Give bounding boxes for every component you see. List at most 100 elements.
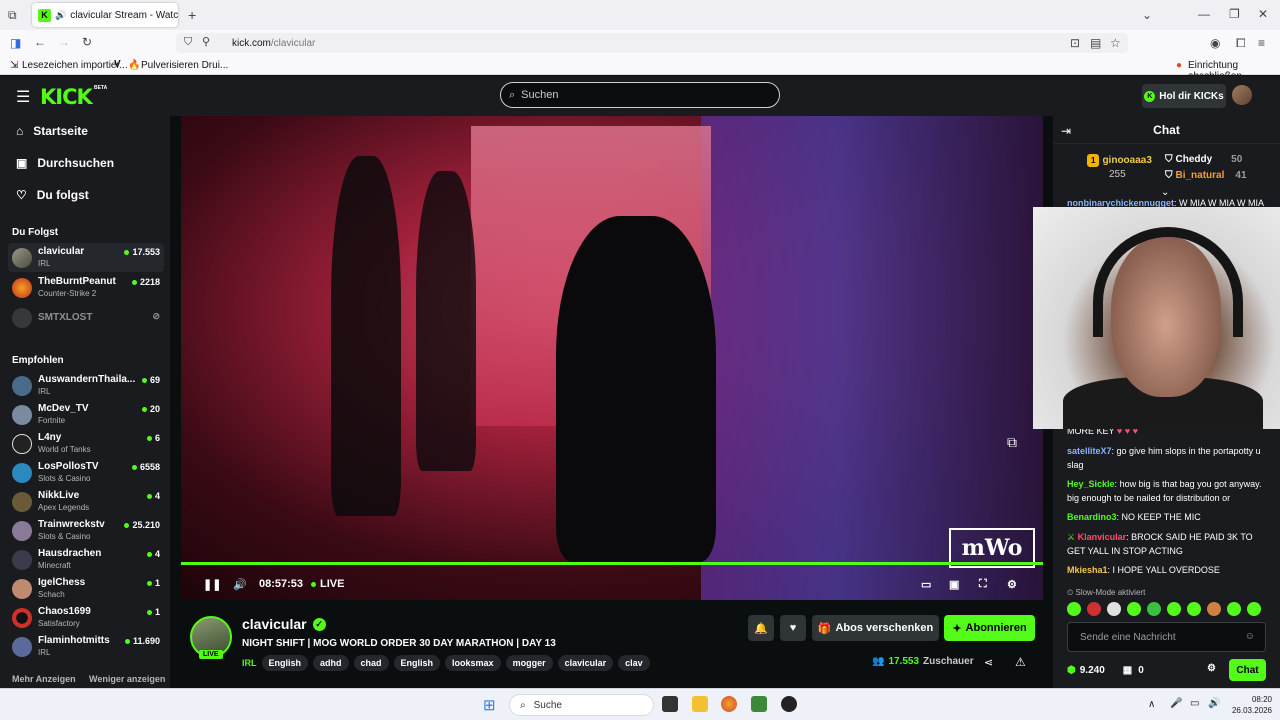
file-explorer-icon[interactable] — [692, 696, 708, 712]
tag[interactable]: clav — [618, 655, 650, 671]
leaderboard-first[interactable]: 1 ginooaaa3 — [1087, 154, 1152, 167]
screenshot-icon[interactable]: ⊡ — [1070, 37, 1080, 49]
sidebar-channel-smtxlost[interactable]: SMTXLOST ⊘ — [8, 303, 164, 332]
chevron-down-icon[interactable]: ⌄ — [1142, 9, 1152, 21]
emote-icon[interactable] — [1247, 602, 1261, 616]
shield-icon[interactable]: ⛉ — [184, 37, 192, 48]
tab-list-icon[interactable]: ⧉ — [8, 9, 17, 21]
maximize-icon[interactable]: ❐ — [1229, 8, 1240, 20]
sidebar-channel-recommended[interactable]: Hausdrachen Minecraft 4 — [8, 545, 164, 574]
chat-settings-icon[interactable]: ⚙ — [1207, 663, 1216, 674]
app-icon[interactable] — [751, 696, 767, 712]
gift-subs-button[interactable]: 🎁 Abos verschenken — [812, 615, 939, 641]
show-less-button[interactable]: Weniger anzeigen — [89, 674, 165, 684]
extensions-icon[interactable]: ⧠ — [1236, 37, 1246, 49]
bookmark-pulverisieren[interactable]: Pulverisieren Drui... — [141, 60, 228, 71]
emote-icon[interactable] — [1067, 602, 1081, 616]
sidebar-channel-recommended[interactable]: Chaos1699 Satisfactory 1 — [8, 603, 164, 632]
channel-title[interactable]: clavicular ✓ — [242, 616, 326, 632]
sidebar-channel-recommended[interactable]: L4ny World of Tanks 6 — [8, 429, 164, 458]
firefox-icon[interactable] — [721, 696, 737, 712]
account-icon[interactable]: ◉ — [1210, 37, 1220, 49]
permissions-icon[interactable]: ⚲ — [202, 37, 210, 48]
pause-icon[interactable]: ❚❚ — [203, 578, 221, 591]
volume-icon[interactable]: 🔊 — [233, 578, 247, 591]
notification-bell-button[interactable]: 🔔 — [748, 615, 774, 641]
forward-icon[interactable]: → — [58, 36, 70, 48]
report-icon[interactable]: ⚠ — [1015, 655, 1026, 669]
sidebar-channel-recommended[interactable]: LosPollosTV Slots & Casino 6558 — [8, 458, 164, 487]
sidebar-toggle-icon[interactable]: ◨ — [10, 37, 21, 49]
chat-message-input[interactable]: Sende eine Nachricht ☺ — [1067, 622, 1266, 652]
windows-start-icon[interactable]: ⊞ — [483, 696, 496, 714]
progress-bar[interactable] — [181, 562, 1043, 565]
network-icon[interactable]: ▭ — [1190, 698, 1199, 709]
emote-icon[interactable] — [1227, 602, 1241, 616]
tag[interactable]: mogger — [505, 655, 553, 671]
new-tab-icon[interactable]: + — [188, 8, 196, 22]
reload-icon[interactable]: ↻ — [82, 36, 92, 48]
tag[interactable]: adhd — [313, 655, 349, 671]
emoji-icon[interactable]: ☺ — [1245, 631, 1255, 642]
tag[interactable]: English — [261, 655, 309, 671]
microphone-icon[interactable]: 🎤 — [1170, 698, 1182, 709]
sidebar-channel-recommended[interactable]: IgelChess Schach 1 — [8, 574, 164, 603]
theater-mode-icon[interactable]: ▣ — [949, 578, 959, 591]
leaderboard-entry[interactable]: ⛉ Bi_natural 41 — [1165, 170, 1247, 181]
emote-icon[interactable] — [1147, 602, 1161, 616]
sidebar-channel-clavicular[interactable]: clavicular IRL 17.553 — [8, 243, 164, 272]
tray-chevron-icon[interactable]: ∧ — [1148, 699, 1155, 710]
category-link[interactable]: IRL — [242, 658, 257, 668]
points-value[interactable]: 9.240 — [1080, 665, 1105, 676]
tag[interactable]: looksmax — [445, 655, 501, 671]
fullscreen-icon[interactable]: ⛶ — [979, 578, 987, 591]
chat-username[interactable]: Mkiesha1 — [1067, 565, 1108, 575]
browser-tab-active[interactable]: K 🔊 clavicular Stream - Watch L ✕ — [32, 3, 178, 27]
leaderboard-entry[interactable]: ⛉ Cheddy 50 — [1165, 154, 1242, 165]
get-kicks-button[interactable]: K Hol dir KICKs — [1142, 84, 1226, 108]
emote-icon[interactable] — [1127, 602, 1141, 616]
kick-logo[interactable]: KICK — [40, 85, 93, 109]
back-icon[interactable]: ← — [34, 36, 46, 48]
sidebar-channel-recommended[interactable]: AuswandernThaila... IRL 69 — [8, 371, 164, 400]
chat-username[interactable]: satelliteX7 — [1067, 446, 1112, 456]
chat-username[interactable]: Benardino3 — [1067, 512, 1117, 522]
emote-icon[interactable] — [1087, 602, 1101, 616]
settings-gear-icon[interactable]: ⚙ — [1007, 578, 1017, 591]
user-avatar[interactable] — [1232, 85, 1252, 105]
follow-heart-button[interactable]: ♥ — [780, 615, 806, 641]
gift-count[interactable]: 0 — [1138, 665, 1144, 676]
tag[interactable]: clavicular — [557, 655, 614, 671]
taskbar-search[interactable]: ⌕ Suche — [509, 694, 654, 716]
menu-icon[interactable]: ≡ — [1258, 37, 1265, 49]
video-player[interactable]: mWo ⧉ ❚❚ 🔊 08:57:53 LIVE ▭ ▣ ⛶ ⚙ — [181, 116, 1043, 600]
emote-icon[interactable] — [1167, 602, 1181, 616]
share-icon[interactable]: ⋖ — [984, 656, 993, 669]
nav-following[interactable]: ♡ Du folgst — [16, 188, 89, 202]
sidebar-channel-recommended[interactable]: McDev_TV Fortnite 20 — [8, 400, 164, 429]
search-input[interactable]: ⌕ Suchen — [500, 82, 780, 108]
emote-icon[interactable] — [1207, 602, 1221, 616]
cast-icon[interactable]: ▭ — [921, 578, 931, 591]
reader-icon[interactable]: ▤ — [1090, 37, 1101, 49]
address-bar[interactable]: ⛉ ⚲ kick.com/clavicular ⊡ ▤ ☆ — [176, 33, 1128, 53]
picture-in-picture-icon[interactable]: ⧉ — [1007, 434, 1017, 451]
bookmark-import[interactable]: Lesezeichen importier... — [22, 60, 128, 71]
nav-browse[interactable]: ▣ Durchsuchen — [16, 156, 114, 170]
sidebar-channel-recommended[interactable]: NikkLive Apex Legends 4 — [8, 487, 164, 516]
taskbar-clock[interactable]: 08:20 26.03.2026 — [1228, 694, 1272, 716]
hamburger-menu-icon[interactable]: ☰ — [16, 87, 30, 107]
show-more-button[interactable]: Mehr Anzeigen — [12, 674, 76, 684]
send-chat-button[interactable]: Chat — [1229, 659, 1266, 681]
sidebar-channel-recommended[interactable]: Flaminhotmitts IRL 11.690 — [8, 632, 164, 661]
emote-icon[interactable] — [1187, 602, 1201, 616]
obs-icon[interactable] — [781, 696, 797, 712]
close-window-icon[interactable]: ✕ — [1258, 8, 1268, 20]
tag[interactable]: English — [393, 655, 441, 671]
sidebar-channel-recommended[interactable]: Trainwreckstv Slots & Casino 25.210 — [8, 516, 164, 545]
chat-username[interactable]: Hey_Sickle — [1067, 479, 1115, 489]
minimize-icon[interactable]: — — [1198, 8, 1210, 20]
emote-icon[interactable] — [1107, 602, 1121, 616]
sidebar-channel-theburntpeanut[interactable]: TheBurntPeanut Counter-Strike 2 2218 — [8, 273, 164, 302]
subscribe-button[interactable]: ✦ Abonnieren — [944, 615, 1035, 641]
